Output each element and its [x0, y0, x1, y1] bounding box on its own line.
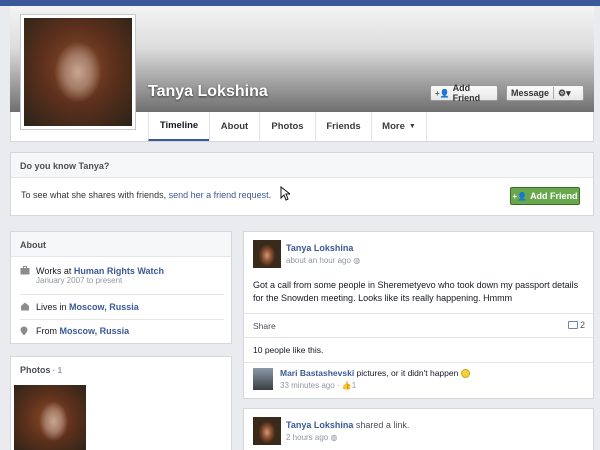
post-timestamp[interactable]: about an hour ago ◍	[286, 256, 360, 265]
know-her-text: To see what she shares with friends, sen…	[21, 190, 271, 200]
smile-emoji-icon	[460, 369, 470, 379]
globe-icon: ◍	[353, 256, 361, 265]
post-timestamp-text: about an hour ago	[286, 256, 351, 265]
comment-meta: 33 minutes ago · 👍1	[280, 381, 357, 390]
gear-icon[interactable]: ⚙▾	[558, 88, 571, 99]
add-friend-label: Add Friend	[452, 83, 481, 103]
button-separator	[553, 87, 555, 99]
comment-like-count[interactable]: 1	[352, 381, 356, 390]
about-card: About Works at Human Rights Watch Januar…	[10, 231, 232, 344]
post-divider	[244, 337, 593, 338]
post2-header: Tanya Lokshina shared a link.	[286, 420, 409, 430]
post2-timestamp[interactable]: 2 hours ago ◍	[286, 433, 337, 442]
likes-count[interactable]: 10 people like this.	[253, 345, 323, 355]
globe-icon: ◍	[330, 433, 338, 442]
work-link[interactable]: Human Rights Watch	[74, 266, 164, 276]
post-divider	[244, 362, 593, 363]
comment-text: pictures, or it didn't happen	[354, 368, 461, 378]
post-author-name[interactable]: Tanya Lokshina	[286, 243, 353, 253]
location-pin-icon	[20, 326, 30, 336]
timeline-post: Tanya Lokshina about an hour ago ◍ Got a…	[243, 231, 594, 399]
from-link[interactable]: Moscow, Russia	[60, 326, 130, 336]
share-link[interactable]: Share	[253, 321, 276, 331]
know-her-text-end: .	[268, 190, 272, 200]
photos-count: 1	[57, 366, 63, 375]
post2-timestamp-text: 2 hours ago	[286, 433, 329, 442]
about-divider	[20, 319, 224, 320]
post-author-avatar[interactable]	[253, 417, 281, 445]
comment-count[interactable]: 2	[567, 320, 585, 330]
about-title[interactable]: About	[11, 232, 231, 257]
message-label: Message	[511, 88, 550, 98]
commenter-avatar[interactable]	[253, 368, 273, 390]
photos-card: Photos · 1	[10, 356, 232, 450]
comment-icon	[567, 321, 578, 329]
know-her-text-start: To see what she shares with friends,	[21, 190, 169, 200]
post2-action: shared a link.	[353, 420, 410, 430]
profile-photo-image	[24, 18, 132, 126]
briefcase-icon	[20, 266, 30, 276]
add-friend-green-button[interactable]: +👤 Add Friend	[510, 187, 580, 205]
about-from: From Moscow, Russia	[20, 326, 129, 336]
photos-title-label: Photos	[20, 365, 51, 375]
timeline-post-2: Tanya Lokshina shared a link. 2 hours ag…	[243, 408, 594, 450]
about-work: Works at Human Rights Watch January 2007…	[20, 266, 164, 285]
about-from-text: From Moscow, Russia	[36, 326, 129, 336]
profile-name[interactable]: Tanya Lokshina	[148, 83, 268, 101]
tab-more[interactable]: More ▼	[371, 112, 427, 141]
post-author-avatar[interactable]	[253, 240, 281, 268]
about-divider	[20, 294, 224, 295]
mouse-cursor-icon	[280, 185, 292, 204]
comment-timestamp[interactable]: 33 minutes ago	[280, 381, 335, 390]
tab-friends[interactable]: Friends	[315, 112, 371, 141]
message-button[interactable]: Message ⚙▾	[506, 85, 584, 101]
tab-photos[interactable]: Photos	[259, 112, 315, 141]
comment: Mari Bastashevski pictures, or it didn't…	[280, 368, 470, 379]
photo-thumbnail[interactable]	[14, 385, 86, 450]
profile-picture[interactable]	[20, 14, 136, 130]
tab-about[interactable]: About	[209, 112, 259, 141]
lives-link[interactable]: Moscow, Russia	[69, 302, 139, 312]
tab-timeline[interactable]: Timeline	[148, 112, 209, 141]
about-work-prefix: Works at	[36, 266, 74, 276]
about-from-prefix: From	[36, 326, 60, 336]
about-lives-text: Lives in Moscow, Russia	[36, 302, 139, 312]
post2-author-name[interactable]: Tanya Lokshina	[286, 420, 353, 430]
photos-separator: ·	[50, 366, 58, 375]
add-friend-green-label: Add Friend	[530, 191, 578, 201]
chevron-down-icon: ▼	[408, 123, 416, 130]
post-text: Got a call from some people in Sheremety…	[253, 280, 579, 303]
post-divider	[244, 313, 593, 314]
know-her-panel: Do you know Tanya? To see what she share…	[10, 152, 594, 216]
commenter-name[interactable]: Mari Bastashevski	[280, 368, 354, 378]
add-friend-icon: +👤	[512, 191, 528, 201]
add-friend-icon: +👤	[435, 88, 450, 98]
about-lives: Lives in Moscow, Russia	[20, 302, 139, 312]
thumbs-up-icon: 👍	[341, 381, 352, 390]
about-lives-prefix: Lives in	[36, 302, 70, 312]
about-work-text: Works at Human Rights Watch January 2007…	[36, 266, 164, 285]
know-her-title: Do you know Tanya?	[11, 153, 593, 178]
photos-title[interactable]: Photos · 1	[11, 357, 231, 383]
tab-more-label: More	[382, 121, 405, 132]
work-dates: January 2007 to present	[36, 276, 123, 285]
friend-request-link[interactable]: send her a friend request	[169, 190, 269, 200]
comment-count-value: 2	[579, 320, 585, 330]
add-friend-button[interactable]: +👤 Add Friend	[430, 83, 498, 103]
house-icon	[20, 302, 30, 312]
